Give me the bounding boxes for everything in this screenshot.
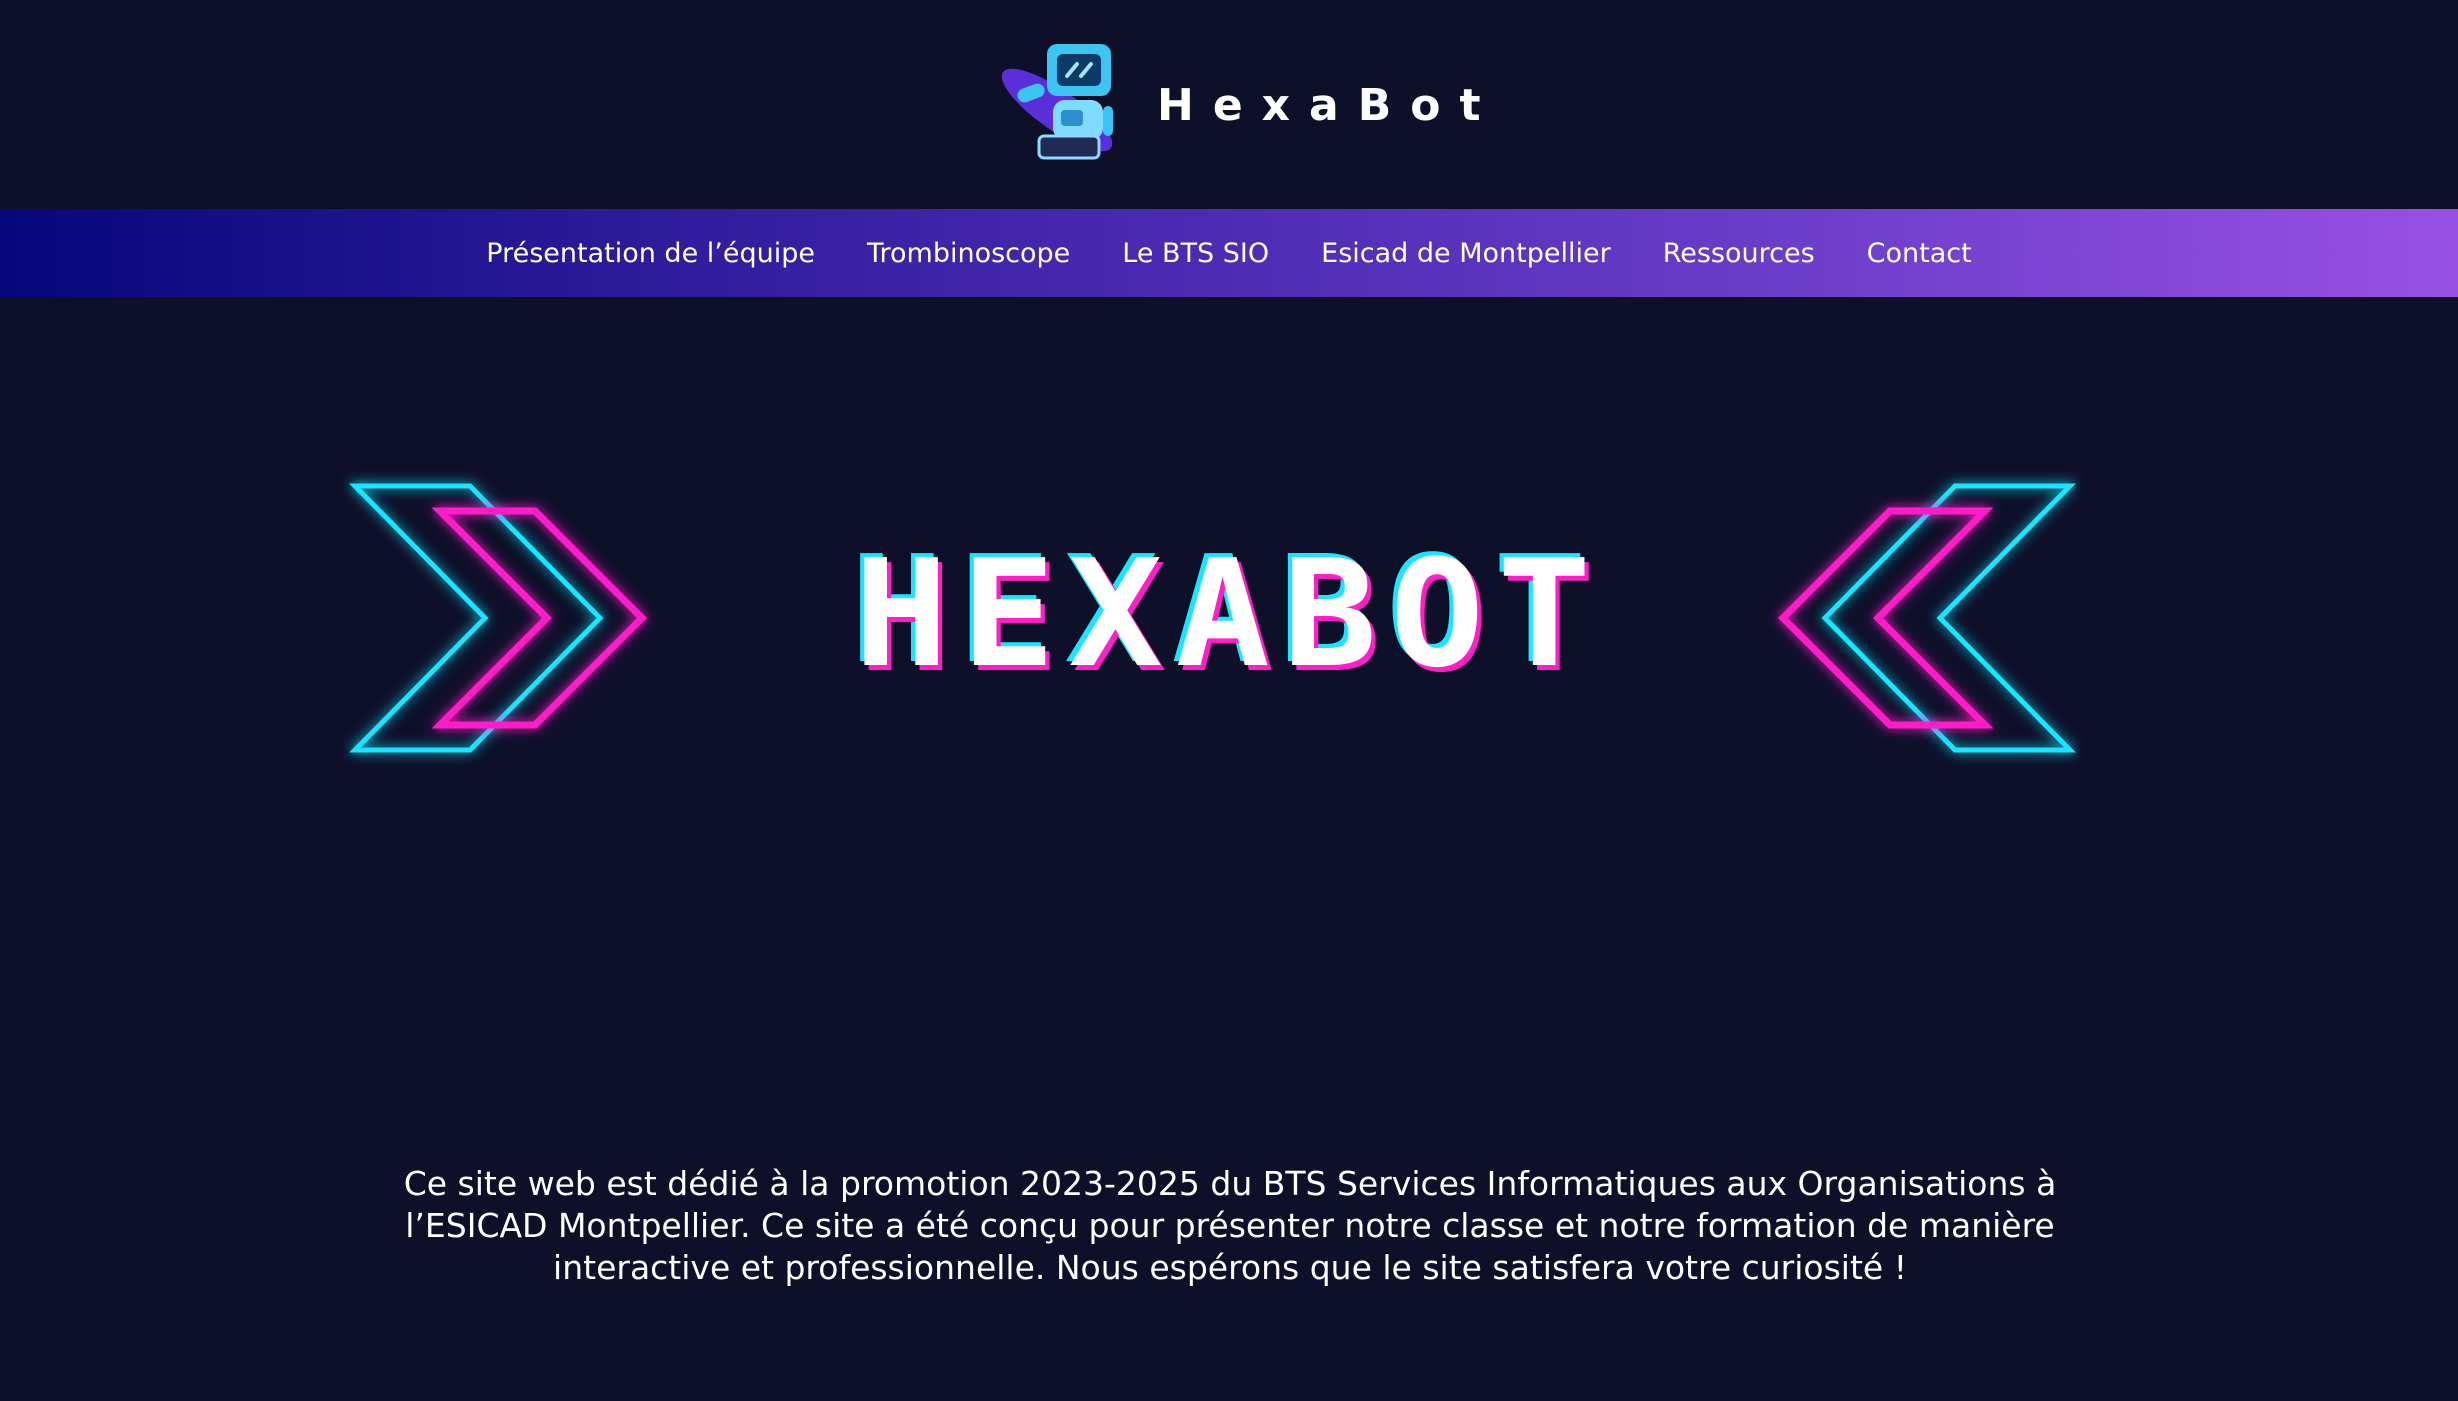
hero-banner: HEXABOT bbox=[0, 440, 2458, 780]
brand[interactable]: HexaBot bbox=[995, 40, 1500, 170]
hero-title: HEXABOT bbox=[853, 528, 1605, 700]
nav-item-esicad-montpellier[interactable]: Esicad de Montpellier bbox=[1321, 238, 1611, 269]
intro-paragraph: Ce site web est dédié à la promotion 202… bbox=[403, 1164, 2057, 1287]
nav-item-trombinoscope[interactable]: Trombinoscope bbox=[867, 238, 1070, 269]
brand-name: HexaBot bbox=[1157, 79, 1500, 131]
nav-item-contact[interactable]: Contact bbox=[1867, 238, 1972, 269]
nav-item-bts-sio[interactable]: Le BTS SIO bbox=[1122, 238, 1269, 269]
home-page: HexaBot Présentation de l’équipe Trombin… bbox=[0, 0, 2458, 1401]
nav-item-presentation-equipe[interactable]: Présentation de l’équipe bbox=[486, 238, 815, 269]
main-nav: Présentation de l’équipe Trombinoscope L… bbox=[0, 209, 2458, 297]
robot-mascot-icon bbox=[1001, 44, 1113, 160]
nav-item-ressources[interactable]: Ressources bbox=[1663, 238, 1815, 269]
site-header: HexaBot bbox=[0, 0, 2458, 209]
